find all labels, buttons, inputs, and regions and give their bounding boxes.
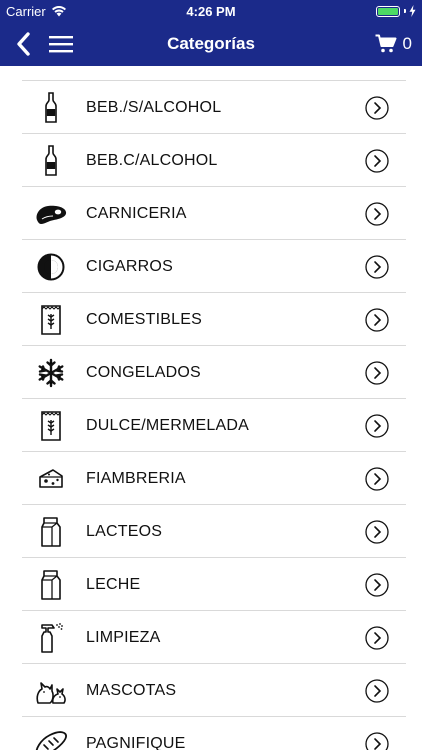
chevron-right-circle-icon[interactable] bbox=[365, 519, 389, 544]
battery-icon bbox=[376, 5, 400, 17]
category-row[interactable]: CONGELADOS bbox=[0, 346, 422, 399]
category-list: BEB./S/ALCOHOL BEB.C/ALCOHOL CARNICERIA … bbox=[0, 80, 422, 750]
category-row[interactable]: CARNICERIA bbox=[0, 187, 422, 240]
steak-icon bbox=[34, 197, 68, 231]
category-row[interactable]: BEB./S/ALCOHOL bbox=[0, 81, 422, 134]
battery-tip bbox=[404, 9, 406, 13]
category-row[interactable]: PAGNIFIQUE bbox=[0, 717, 422, 750]
category-label: COMESTIBLES bbox=[86, 310, 203, 328]
chevron-right-circle-icon[interactable] bbox=[365, 413, 389, 438]
chevron-right-circle-icon[interactable] bbox=[365, 254, 389, 279]
category-label: DULCE/MERMELADA bbox=[86, 416, 250, 434]
cheese-icon bbox=[34, 462, 68, 496]
spray-bottle-icon bbox=[34, 621, 68, 655]
category-label: BEB.C/ALCOHOL bbox=[86, 151, 218, 169]
category-label: CARNICERIA bbox=[86, 204, 187, 222]
category-label: CONGELADOS bbox=[86, 363, 201, 381]
category-row[interactable]: FIAMBRERIA bbox=[0, 452, 422, 505]
category-row[interactable]: BEB.C/ALCOHOL bbox=[0, 134, 422, 187]
grain-bag-icon bbox=[34, 303, 68, 337]
milk-carton-icon bbox=[34, 568, 68, 602]
charging-bolt-icon bbox=[409, 5, 416, 17]
category-row[interactable]: MASCOTAS bbox=[0, 664, 422, 717]
status-left: Carrier bbox=[6, 4, 67, 19]
category-row[interactable]: CIGARROS bbox=[0, 240, 422, 293]
chevron-right-circle-icon[interactable] bbox=[365, 148, 389, 173]
wifi-icon bbox=[51, 6, 66, 17]
cart-button[interactable]: 0 bbox=[375, 30, 412, 58]
hamburger-menu-icon[interactable] bbox=[48, 33, 74, 55]
grain-bag-icon bbox=[34, 409, 68, 443]
status-bar: Carrier 4:26 PM bbox=[0, 0, 422, 22]
chevron-right-circle-icon[interactable] bbox=[365, 95, 389, 120]
category-label: LACTEOS bbox=[86, 522, 163, 540]
bottle-icon bbox=[34, 91, 68, 125]
category-label: FIAMBRERIA bbox=[86, 469, 186, 487]
chevron-right-circle-icon[interactable] bbox=[365, 466, 389, 491]
chevron-right-circle-icon[interactable] bbox=[365, 731, 389, 750]
chevron-right-circle-icon[interactable] bbox=[365, 625, 389, 650]
category-label: LIMPIEZA bbox=[86, 628, 161, 646]
milk-carton-icon bbox=[34, 515, 68, 549]
chevron-right-circle-icon[interactable] bbox=[365, 307, 389, 332]
category-label: MASCOTAS bbox=[86, 681, 177, 699]
half-circle-icon bbox=[34, 250, 68, 284]
category-row[interactable]: LACTEOS bbox=[0, 505, 422, 558]
back-chevron-icon[interactable] bbox=[12, 30, 36, 58]
shopping-cart-icon bbox=[375, 34, 397, 53]
category-row[interactable]: LECHE bbox=[0, 558, 422, 611]
category-label: PAGNIFIQUE bbox=[86, 734, 186, 750]
chevron-right-circle-icon[interactable] bbox=[365, 360, 389, 385]
category-row[interactable]: LIMPIEZA bbox=[0, 611, 422, 664]
category-label: BEB./S/ALCOHOL bbox=[86, 98, 222, 116]
nav-bar: Categorías 0 bbox=[0, 22, 422, 66]
chevron-right-circle-icon[interactable] bbox=[365, 201, 389, 226]
bottle-icon bbox=[34, 144, 68, 178]
category-row[interactable]: DULCE/MERMELADA bbox=[0, 399, 422, 452]
category-label: LECHE bbox=[86, 575, 141, 593]
chevron-right-circle-icon[interactable] bbox=[365, 678, 389, 703]
snowflake-icon bbox=[34, 356, 68, 390]
category-label: CIGARROS bbox=[86, 257, 173, 275]
pets-icon bbox=[34, 674, 68, 708]
status-right bbox=[376, 5, 416, 17]
chevron-right-circle-icon[interactable] bbox=[365, 572, 389, 597]
bread-icon bbox=[34, 727, 68, 750]
cart-count: 0 bbox=[402, 34, 412, 53]
carrier-label: Carrier bbox=[6, 3, 46, 19]
category-row[interactable]: COMESTIBLES bbox=[0, 293, 422, 346]
